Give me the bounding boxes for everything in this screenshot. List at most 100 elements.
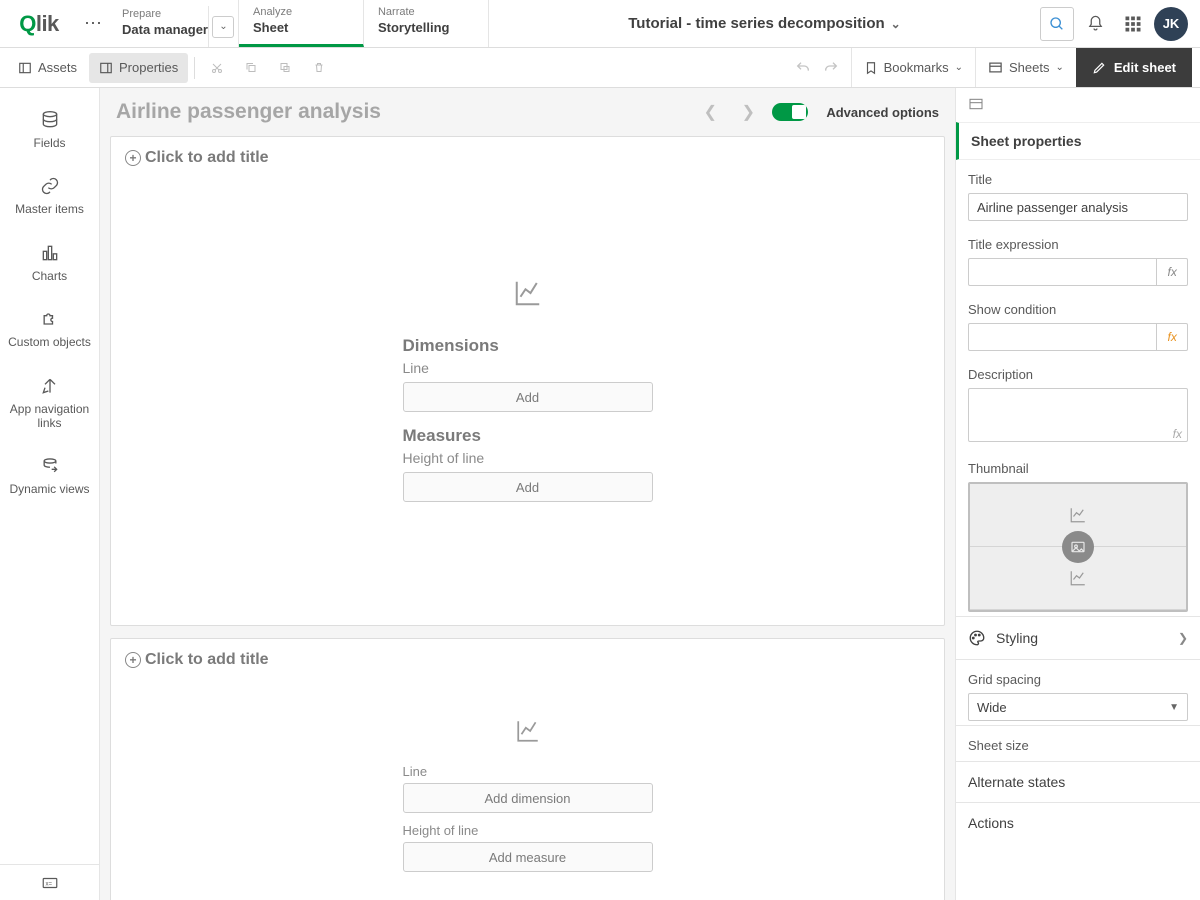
- bell-icon: [1087, 15, 1104, 32]
- brand-logo[interactable]: Qlik: [0, 0, 78, 47]
- variable-icon: x=: [41, 874, 59, 892]
- canvas-header: Airline passenger analysis ❮ ❯ Advanced …: [100, 88, 955, 136]
- measure-height-label: Height of line: [403, 823, 653, 838]
- cut-icon: [211, 60, 223, 76]
- description-textarea[interactable]: [968, 388, 1188, 442]
- search-button[interactable]: [1040, 7, 1074, 41]
- line-chart-icon: [1069, 506, 1087, 524]
- copy-button[interactable]: [235, 53, 267, 83]
- tab-prepare-sup: Prepare: [122, 8, 208, 20]
- database-icon: [40, 110, 60, 130]
- viz-card-1[interactable]: + Click to add title Dimensions Line Add…: [110, 136, 945, 626]
- app-title-text: Tutorial - time series decomposition: [628, 15, 884, 32]
- image-icon: [1070, 539, 1086, 555]
- properties-panel: Sheet properties Title Title expression …: [955, 88, 1200, 900]
- title-expression-input[interactable]: [968, 258, 1157, 286]
- palette-icon: [968, 629, 986, 647]
- dynamic-icon: [40, 456, 60, 476]
- fx-button[interactable]: fx: [1157, 323, 1188, 351]
- tab-narrate-sup: Narrate: [378, 6, 474, 18]
- change-thumbnail-button[interactable]: [1062, 531, 1094, 563]
- add-dimension-button-2[interactable]: Add dimension: [403, 783, 653, 813]
- measure-height-label: Height of line: [403, 450, 653, 466]
- link-icon: [40, 176, 60, 196]
- measures-heading: Measures: [403, 426, 653, 446]
- next-sheet-button[interactable]: ❯: [734, 98, 762, 126]
- add-measure-button-1[interactable]: Add: [403, 472, 653, 502]
- tab-analyze-main: Sheet: [253, 20, 349, 35]
- sheet-icon: [988, 60, 1003, 75]
- actions-accordion[interactable]: Actions: [956, 802, 1200, 843]
- description-label: Description: [968, 367, 1188, 382]
- tab-prepare[interactable]: Prepare Data manager ⌄: [108, 0, 239, 47]
- paste-button[interactable]: [269, 53, 301, 83]
- title-input[interactable]: [968, 193, 1188, 221]
- tab-analyze[interactable]: Analyze Sheet: [239, 0, 364, 47]
- delete-button[interactable]: [303, 53, 335, 83]
- separator: [194, 57, 195, 79]
- tab-prepare-dropdown[interactable]: ⌄: [208, 6, 238, 47]
- undo-button[interactable]: [783, 48, 823, 87]
- title-expression-label: Title expression: [968, 237, 1188, 252]
- notifications-button[interactable]: [1078, 7, 1112, 41]
- fx-button[interactable]: fx: [1157, 258, 1188, 286]
- add-dimension-button-1[interactable]: Add: [403, 382, 653, 412]
- rail-master-items[interactable]: Master items: [0, 166, 99, 232]
- panel-left-icon: [18, 61, 32, 75]
- paste-icon: [279, 60, 291, 75]
- rail-app-nav-links[interactable]: App navigation links: [0, 366, 99, 447]
- sheet-size-label: Sheet size: [968, 738, 1188, 753]
- grid-spacing-label: Grid spacing: [968, 672, 1188, 687]
- sheets-menu[interactable]: Sheets ⌄: [975, 48, 1076, 87]
- card-title-placeholder[interactable]: + Click to add title: [125, 651, 930, 669]
- svg-text:x=: x=: [46, 881, 53, 887]
- sheet-icon: [968, 96, 984, 112]
- user-avatar[interactable]: JK: [1154, 7, 1188, 41]
- advanced-options-toggle[interactable]: [772, 103, 808, 121]
- alternate-states-accordion[interactable]: Alternate states: [956, 761, 1200, 802]
- app-title[interactable]: Tutorial - time series decomposition ⌄: [489, 0, 1040, 47]
- redo-icon: [823, 60, 839, 76]
- rail-variables[interactable]: x=: [0, 864, 100, 900]
- thumbnail-label: Thumbnail: [968, 461, 1188, 476]
- canvas-scroll[interactable]: + Click to add title Dimensions Line Add…: [100, 136, 955, 900]
- tab-prepare-main: Data manager: [122, 22, 208, 37]
- line-chart-icon: [1069, 569, 1087, 587]
- top-bar: Qlik ⋯ Prepare Data manager ⌄ Analyze Sh…: [0, 0, 1200, 48]
- fx-icon[interactable]: fx: [1173, 427, 1182, 441]
- plus-icon: +: [125, 652, 141, 668]
- rail-charts[interactable]: Charts: [0, 233, 99, 299]
- advanced-options-label: Advanced options: [826, 105, 939, 120]
- properties-toggle[interactable]: Properties: [89, 53, 188, 83]
- tab-narrate-main: Storytelling: [378, 20, 474, 35]
- dimensions-heading: Dimensions: [403, 336, 653, 356]
- sheet-properties-tab[interactable]: Sheet properties: [956, 122, 1200, 160]
- toolbar: Assets Properties Bookmarks ⌄ Sheets ⌄: [0, 48, 1200, 88]
- prev-sheet-button[interactable]: ❮: [696, 98, 724, 126]
- rail-fields[interactable]: Fields: [0, 100, 99, 166]
- card-title-placeholder[interactable]: + Click to add title: [125, 149, 930, 167]
- plus-icon: +: [125, 150, 141, 166]
- top-right-controls: JK: [1040, 0, 1200, 47]
- puzzle-icon: [40, 309, 60, 329]
- sheet-nav-icon[interactable]: [956, 88, 1200, 122]
- styling-accordion[interactable]: Styling ❯: [956, 616, 1200, 659]
- show-condition-input[interactable]: [968, 323, 1157, 351]
- rail-custom-objects[interactable]: Custom objects: [0, 299, 99, 365]
- assets-toggle[interactable]: Assets: [8, 53, 87, 83]
- tab-narrate[interactable]: Narrate Storytelling: [364, 0, 489, 47]
- redo-button[interactable]: [823, 48, 851, 87]
- add-measure-button-2[interactable]: Add measure: [403, 842, 653, 872]
- viz-card-2[interactable]: + Click to add title Line Add dimension …: [110, 638, 945, 900]
- app-launcher-button[interactable]: [1116, 7, 1150, 41]
- more-menu-icon[interactable]: ⋯: [78, 0, 108, 47]
- rail-dynamic-views[interactable]: Dynamic views: [0, 446, 99, 512]
- panel-right-icon: [99, 61, 113, 75]
- pencil-icon: [1092, 61, 1106, 75]
- show-condition-label: Show condition: [968, 302, 1188, 317]
- grid-spacing-select[interactable]: Wide ▼: [968, 693, 1188, 721]
- bookmarks-menu[interactable]: Bookmarks ⌄: [851, 48, 975, 87]
- edit-sheet-button[interactable]: Edit sheet: [1076, 48, 1192, 87]
- thumbnail-preview[interactable]: [968, 482, 1188, 612]
- cut-button[interactable]: [201, 53, 233, 83]
